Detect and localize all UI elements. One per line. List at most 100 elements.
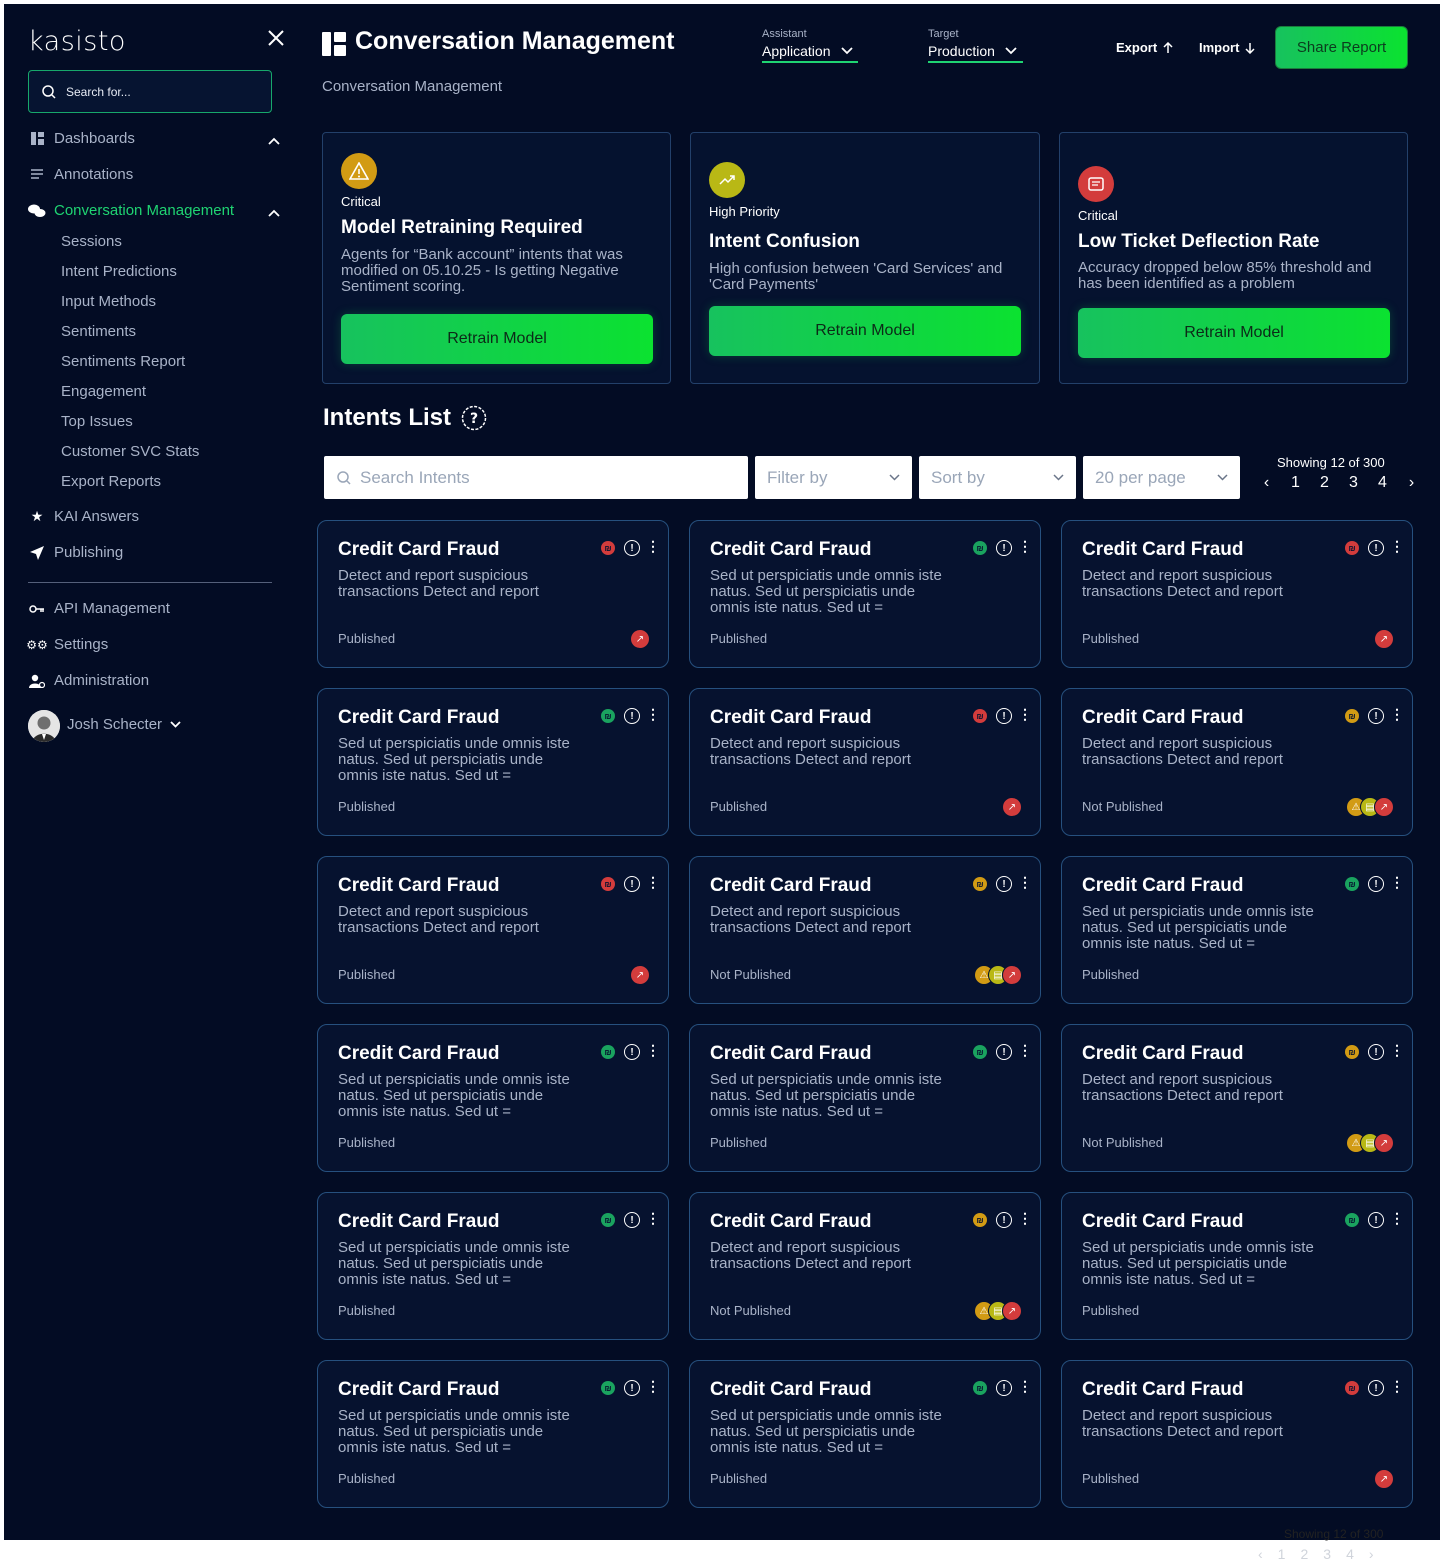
chevron-up-icon[interactable] (268, 209, 280, 217)
intent-card[interactable]: Credit Card Fraud Sed ut perspiciatis und… (317, 1024, 669, 1172)
avatar[interactable] (28, 710, 60, 742)
more-options-icon[interactable]: ⋮ (646, 706, 660, 722)
info-icon[interactable]: ! (624, 708, 640, 724)
intent-card[interactable]: Credit Card Fraud Detect and report suspi… (317, 520, 669, 668)
more-options-icon[interactable]: ⋮ (1390, 1210, 1404, 1226)
info-icon[interactable]: ! (996, 1044, 1012, 1060)
intent-card[interactable]: Credit Card Fraud Sed ut perspiciatis und… (317, 688, 669, 836)
intent-card[interactable]: Credit Card Fraud Detect and report suspi… (317, 856, 669, 1004)
more-options-icon[interactable]: ⋮ (1018, 1378, 1032, 1394)
page-1[interactable]: 1 (1278, 1546, 1286, 1562)
info-icon[interactable]: ! (624, 1044, 640, 1060)
intent-card[interactable]: Credit Card Fraud Sed ut perspiciatis und… (689, 1360, 1041, 1508)
intent-card[interactable]: Credit Card Fraud Sed ut perspiciatis und… (317, 1192, 669, 1340)
intent-card[interactable]: Credit Card Fraud Detect and report suspi… (689, 1192, 1041, 1340)
info-icon[interactable]: ! (624, 540, 640, 556)
info-icon[interactable]: ! (1368, 540, 1384, 556)
page-4[interactable]: 4 (1346, 1546, 1354, 1562)
more-options-icon[interactable]: ⋮ (1390, 1042, 1404, 1058)
target-select[interactable]: Target Production (928, 28, 1023, 63)
sidebar-subitem-top-issues[interactable]: Top Issues (61, 413, 133, 430)
info-icon[interactable]: ! (624, 876, 640, 892)
next-page-icon[interactable]: › (1397, 474, 1426, 492)
close-icon[interactable] (266, 28, 286, 48)
info-icon[interactable]: ! (1368, 1044, 1384, 1060)
sidebar-item-kai-answers[interactable]: ★ KAI Answers (28, 508, 139, 525)
import-button[interactable]: Import (1199, 40, 1255, 55)
intent-card[interactable]: Credit Card Fraud Sed ut perspiciatis und… (1061, 856, 1413, 1004)
info-icon[interactable]: ! (1368, 1380, 1384, 1396)
sidebar-subitem-input-methods[interactable]: Input Methods (61, 293, 156, 310)
retrain-model-button[interactable]: Retrain Model (1078, 308, 1390, 358)
page-1[interactable]: 1 (1281, 474, 1310, 492)
sidebar-item-settings[interactable]: ⚙⚙ Settings (26, 636, 108, 653)
intents-search-input[interactable]: Search Intents (324, 456, 748, 499)
page-3[interactable]: 3 (1339, 474, 1368, 492)
retrain-model-button[interactable]: Retrain Model (341, 314, 653, 364)
intent-card[interactable]: Credit Card Fraud Detect and report suspi… (1061, 1360, 1413, 1508)
page-4[interactable]: 4 (1368, 474, 1397, 492)
sidebar-item-api-management[interactable]: API Management (28, 600, 170, 617)
page-2[interactable]: 2 (1310, 474, 1339, 492)
intent-card[interactable]: Credit Card Fraud Sed ut perspiciatis und… (317, 1360, 669, 1508)
more-options-icon[interactable]: ⋮ (646, 1210, 660, 1226)
more-options-icon[interactable]: ⋮ (1390, 1378, 1404, 1394)
sidebar-item-conversation-management[interactable]: Conversation Management (28, 202, 234, 219)
prev-page-icon[interactable]: ‹ (1252, 474, 1281, 492)
more-options-icon[interactable]: ⋮ (1018, 874, 1032, 890)
assistant-select[interactable]: Assistant Application (762, 28, 858, 63)
more-options-icon[interactable]: ⋮ (1390, 874, 1404, 890)
help-icon[interactable]: ? (461, 405, 487, 431)
info-icon[interactable]: ! (1368, 708, 1384, 724)
info-icon[interactable]: ! (1368, 1212, 1384, 1228)
info-icon[interactable]: ! (996, 1380, 1012, 1396)
more-options-icon[interactable]: ⋮ (1018, 1042, 1032, 1058)
sidebar-subitem-intent-predictions[interactable]: Intent Predictions (61, 263, 177, 280)
info-icon[interactable]: ! (996, 876, 1012, 892)
sidebar-item-administration[interactable]: Administration (28, 672, 149, 689)
intent-card[interactable]: Credit Card Fraud Detect and report suspi… (1061, 688, 1413, 836)
sidebar-subitem-sentiments[interactable]: Sentiments (61, 323, 136, 340)
page-2[interactable]: 2 (1300, 1546, 1308, 1562)
chevron-up-icon[interactable] (268, 137, 280, 145)
intent-card[interactable]: Credit Card Fraud Sed ut perspiciatis und… (689, 1024, 1041, 1172)
more-options-icon[interactable]: ⋮ (1018, 538, 1032, 554)
share-report-button[interactable]: Share Report (1275, 26, 1408, 69)
sidebar-subitem-sentiments-report[interactable]: Sentiments Report (61, 353, 185, 370)
info-icon[interactable]: ! (1368, 876, 1384, 892)
intent-card[interactable]: Credit Card Fraud Detect and report suspi… (689, 688, 1041, 836)
info-icon[interactable]: ! (996, 1212, 1012, 1228)
sidebar-subitem-sessions[interactable]: Sessions (61, 233, 122, 250)
per-page-select[interactable]: 20 per page (1083, 456, 1240, 499)
page-3[interactable]: 3 (1323, 1546, 1331, 1562)
more-options-icon[interactable]: ⋮ (1390, 538, 1404, 554)
intent-card[interactable]: Credit Card Fraud Detect and report suspi… (1061, 520, 1413, 668)
sort-by-select[interactable]: Sort by (919, 456, 1076, 499)
user-menu[interactable]: Josh Schecter (67, 716, 181, 733)
sidebar-item-dashboards[interactable]: Dashboards (28, 130, 135, 147)
intent-card[interactable]: Credit Card Fraud Detect and report suspi… (689, 856, 1041, 1004)
sidebar-subitem-engagement[interactable]: Engagement (61, 383, 146, 400)
more-options-icon[interactable]: ⋮ (646, 874, 660, 890)
more-options-icon[interactable]: ⋮ (1018, 706, 1032, 722)
filter-by-select[interactable]: Filter by (755, 456, 912, 499)
info-icon[interactable]: ! (996, 708, 1012, 724)
info-icon[interactable]: ! (624, 1380, 640, 1396)
more-options-icon[interactable]: ⋮ (1018, 1210, 1032, 1226)
intent-card[interactable]: Credit Card Fraud Detect and report suspi… (1061, 1024, 1413, 1172)
retrain-model-button[interactable]: Retrain Model (709, 306, 1021, 356)
intent-card[interactable]: Credit Card Fraud Sed ut perspiciatis und… (689, 520, 1041, 668)
export-button[interactable]: Export (1116, 40, 1173, 55)
prev-page-icon[interactable]: ‹ (1258, 1546, 1263, 1562)
more-options-icon[interactable]: ⋮ (646, 1042, 660, 1058)
info-icon[interactable]: ! (996, 540, 1012, 556)
more-options-icon[interactable]: ⋮ (1390, 706, 1404, 722)
more-options-icon[interactable]: ⋮ (646, 538, 660, 554)
sidebar-search-input[interactable]: Search for... (28, 70, 272, 113)
next-page-icon[interactable]: › (1369, 1546, 1374, 1562)
info-icon[interactable]: ! (624, 1212, 640, 1228)
sidebar-item-annotations[interactable]: Annotations (28, 166, 133, 183)
more-options-icon[interactable]: ⋮ (646, 1378, 660, 1394)
sidebar-subitem-export-reports[interactable]: Export Reports (61, 473, 161, 490)
sidebar-subitem-customer-svc-stats[interactable]: Customer SVC Stats (61, 443, 199, 460)
